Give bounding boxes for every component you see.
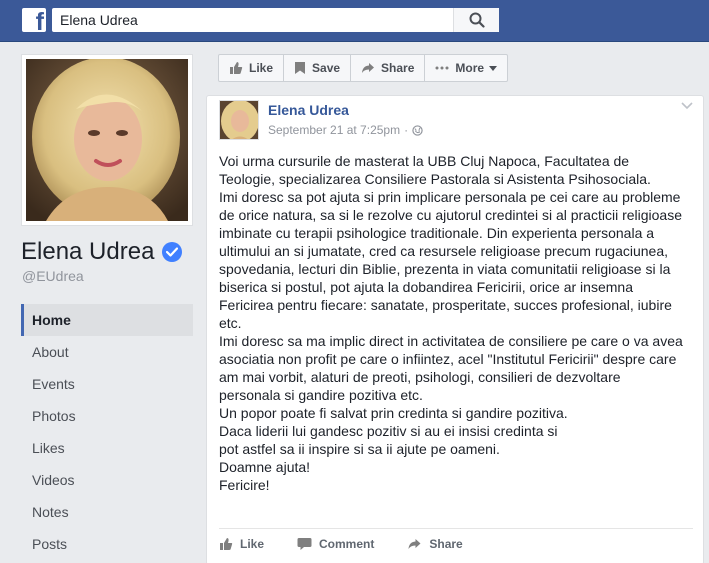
post-line: Teologie, specializarea Consiliere Pasto… — [219, 171, 651, 187]
save-page-button[interactable]: Save — [284, 55, 352, 81]
post-line: imbinate cu terapii psihologice traditio… — [219, 225, 655, 241]
page-name-text: Elena Udrea — [21, 238, 155, 265]
post-comment-label: Comment — [319, 537, 375, 551]
post-line: ultimului an si jumatate, cred ca resurs… — [219, 243, 668, 259]
top-bar: f Elena Udrea — [0, 0, 709, 42]
comment-icon — [297, 538, 312, 550]
more-menu-button[interactable]: More — [425, 55, 507, 81]
page-nav: Home About Events Photos Likes Videos No… — [21, 304, 193, 560]
post-line: de orice natura, sa si le rezolve cu aju… — [219, 207, 682, 223]
post-line: Doamne ajuta! — [219, 459, 311, 475]
post-line: etc. — [219, 315, 242, 331]
like-page-label: Like — [249, 61, 274, 75]
post-line: Voi urma cursurile de masterat la UBB Cl… — [219, 153, 630, 169]
nav-item-likes[interactable]: Likes — [21, 432, 193, 464]
page-title: Elena Udrea — [21, 238, 183, 266]
post-line: asociatia non profit pe care o infiintez… — [219, 351, 677, 367]
search-button[interactable] — [453, 8, 499, 32]
post-share-button[interactable]: Share — [407, 537, 463, 551]
post-line: spovedania, lecturi din Biblie, prezenta… — [219, 261, 671, 277]
post-action-bar: Like Comment Share — [219, 537, 496, 551]
post-line: personala si gandire pozitiva etc. — [219, 387, 423, 403]
post-line: Imi doresc sa pot ajuta si prin implicar… — [219, 189, 681, 205]
share-arrow-icon — [362, 63, 375, 73]
search-input[interactable]: Elena Udrea — [52, 8, 499, 32]
post-meta: September 21 at 7:25pm · — [268, 123, 423, 137]
share-page-button[interactable]: Share — [351, 55, 426, 81]
post-author-avatar[interactable] — [219, 100, 259, 140]
post-line: Fericirea pentru fiecare: sanatate, pros… — [219, 297, 672, 313]
facebook-logo-icon[interactable]: f — [22, 8, 46, 35]
verified-badge-icon — [162, 242, 183, 262]
post-comment-button[interactable]: Comment — [297, 537, 374, 551]
post-line: am mai vorbit, alaturi de preoti, psihol… — [219, 369, 621, 385]
page-action-bar: Like Save Share More — [218, 54, 509, 82]
post-text: Voi urma cursurile de masterat la UBB Cl… — [219, 152, 695, 494]
profile-picture[interactable] — [21, 54, 193, 226]
profile-photo — [26, 59, 188, 221]
post-line: Fericire! — [219, 477, 270, 493]
post-share-label: Share — [429, 537, 463, 551]
meta-separator: · — [404, 123, 409, 137]
nav-item-about[interactable]: About — [21, 336, 193, 368]
avatar — [220, 101, 258, 139]
save-page-label: Save — [312, 61, 341, 75]
nav-item-videos[interactable]: Videos — [21, 464, 193, 496]
chevron-down-icon[interactable] — [681, 102, 693, 110]
like-page-button[interactable]: Like — [219, 55, 285, 81]
nav-item-notes[interactable]: Notes — [21, 496, 193, 528]
ellipsis-icon — [435, 66, 449, 70]
post-divider — [219, 528, 693, 529]
post-card: Elena Udrea September 21 at 7:25pm · Voi… — [206, 95, 704, 563]
caret-down-icon — [489, 65, 498, 71]
bookmark-icon — [295, 62, 306, 74]
search-icon — [469, 12, 485, 28]
post-line: pot astfel sa ii inspire si sa ii ajute … — [219, 441, 500, 457]
post-line: Un popor poate fi salvat prin credinta s… — [219, 405, 568, 421]
post-like-label: Like — [240, 537, 265, 551]
nav-item-home[interactable]: Home — [21, 304, 193, 336]
post-like-button[interactable]: Like — [219, 537, 264, 551]
thumbs-up-icon — [230, 62, 243, 74]
nav-item-events[interactable]: Events — [21, 368, 193, 400]
nav-item-photos[interactable]: Photos — [21, 400, 193, 432]
thumbs-up-icon — [220, 538, 233, 550]
post-timestamp[interactable]: September 21 at 7:25pm — [268, 123, 400, 137]
globe-icon[interactable] — [412, 124, 423, 136]
post-line: Daca liderii lui gandesc pozitiv si au e… — [219, 423, 558, 439]
share-page-label: Share — [381, 61, 415, 75]
post-line: Imi doresc sa ma implic direct in activi… — [219, 333, 683, 349]
page-handle[interactable]: @EUdrea — [22, 268, 84, 284]
share-arrow-icon — [408, 539, 421, 549]
nav-item-posts[interactable]: Posts — [21, 528, 193, 560]
search-input-value: Elena Udrea — [60, 12, 138, 28]
post-line: biserica si postul, pot ajuta la dobandi… — [219, 279, 633, 295]
post-author-name[interactable]: Elena Udrea — [268, 102, 349, 118]
more-menu-label: More — [455, 61, 485, 75]
